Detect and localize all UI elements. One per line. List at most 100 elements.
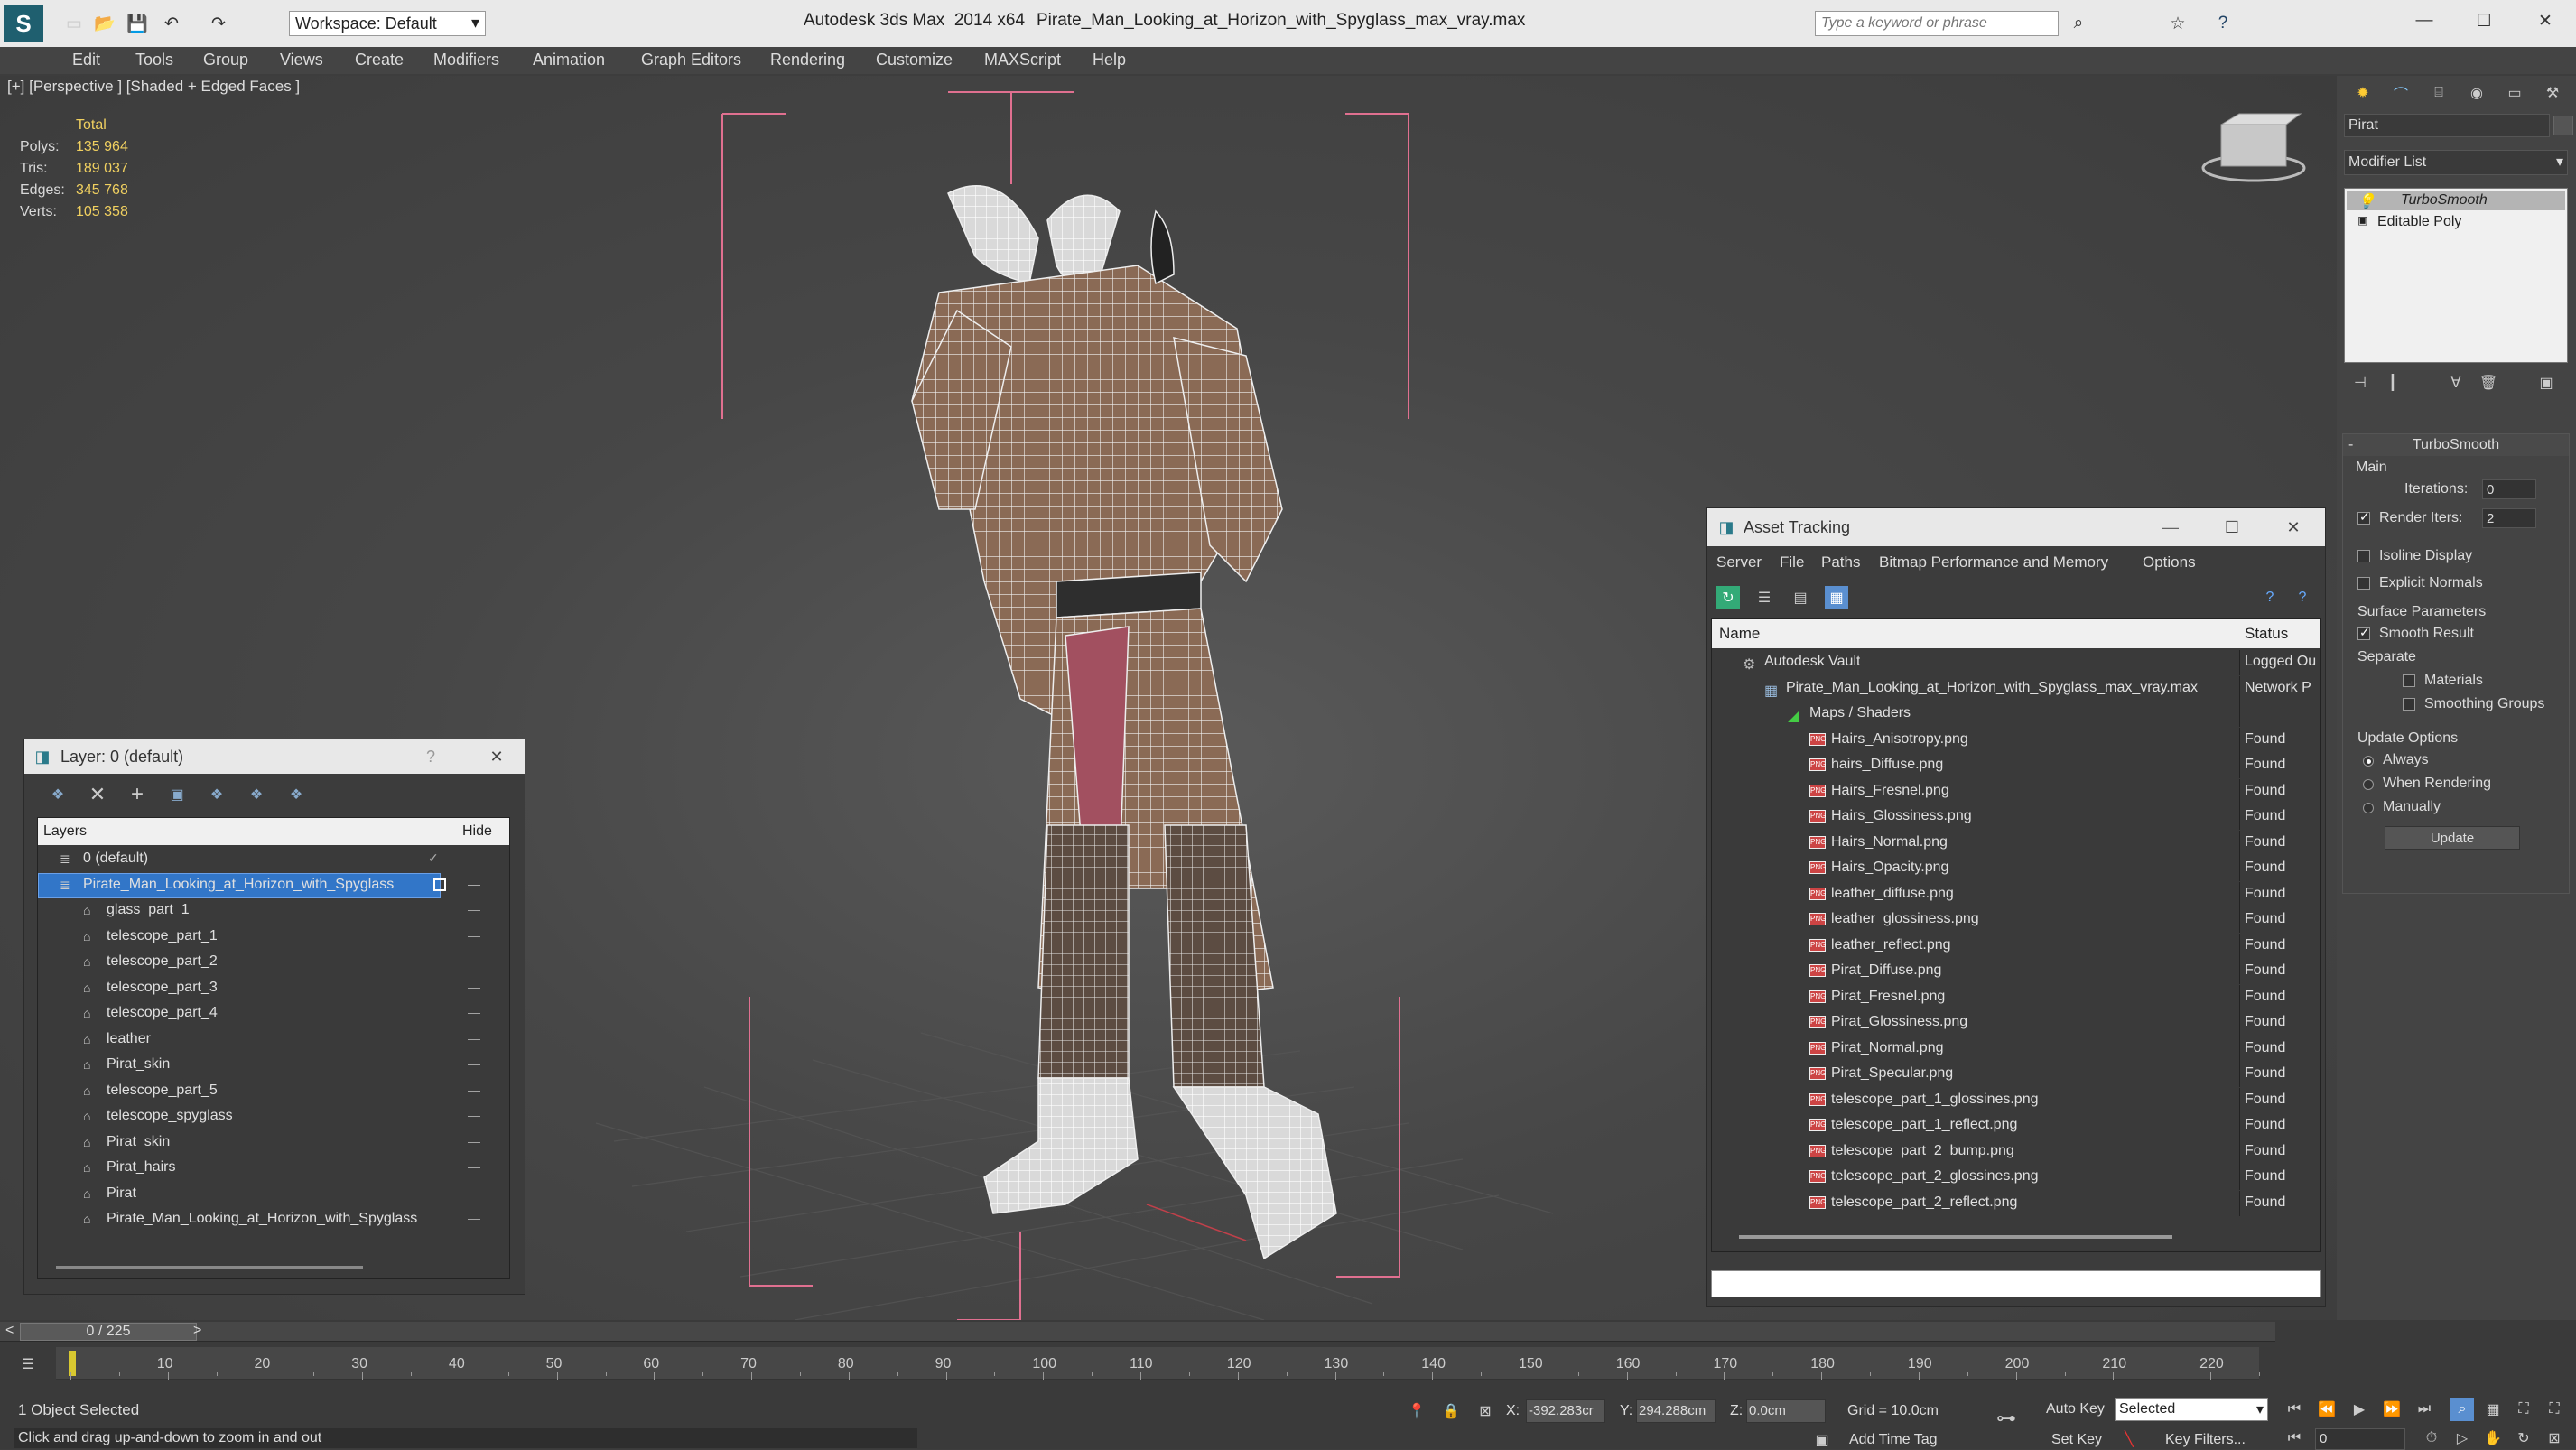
redo-icon[interactable]: ↷: [208, 13, 229, 34]
layer-row[interactable]: ⌂ telescope_part_1 —: [38, 925, 509, 950]
hide-toggle[interactable]: —: [468, 928, 480, 943]
asset-row[interactable]: PNG Hairs_Fresnel.png Found: [1712, 778, 2320, 804]
asset-row[interactable]: PNG Pirat_Diffuse.png Found: [1712, 959, 2320, 984]
asset-row[interactable]: PNG Pirat_Glossiness.png Found: [1712, 1010, 2320, 1036]
pan-view-icon[interactable]: ✋: [2481, 1427, 2505, 1450]
set-key-filter-icon[interactable]: ╲: [2118, 1428, 2140, 1450]
stack-expand-icon[interactable]: ▣: [2357, 214, 2367, 227]
menu-paths[interactable]: Paths: [1821, 553, 1860, 572]
hide-toggle[interactable]: —: [468, 877, 480, 891]
help-icon[interactable]: ?: [2258, 586, 2282, 609]
orbit-icon[interactable]: ↻: [2512, 1427, 2535, 1450]
menu-file[interactable]: File: [1780, 553, 1804, 572]
go-to-end-icon[interactable]: ⏭: [2413, 1398, 2436, 1421]
binoculars-icon[interactable]: ⌕: [2068, 13, 2089, 34]
delete-layer-icon[interactable]: ✕: [86, 783, 109, 806]
maximize-viewport-icon[interactable]: ⊠: [2543, 1427, 2566, 1450]
hide-toggle[interactable]: —: [468, 902, 480, 916]
hierarchy-tab-icon[interactable]: ⌸: [2425, 79, 2452, 107]
close-icon[interactable]: ✕: [485, 745, 508, 768]
add-selected-icon[interactable]: +: [126, 782, 149, 806]
layer-row[interactable]: ⌂ telescope_part_4 —: [38, 1001, 509, 1027]
search-input[interactable]: [1815, 11, 2059, 36]
menu-customize[interactable]: Customize: [876, 51, 953, 70]
create-layer-icon[interactable]: ❖: [46, 783, 70, 806]
col-status[interactable]: Status: [2245, 625, 2288, 643]
prev-key-icon[interactable]: ⏪: [2315, 1398, 2339, 1421]
menu-maxscript[interactable]: MAXScript: [984, 51, 1061, 70]
current-layer-check-icon[interactable]: ✓: [428, 850, 439, 866]
refresh-icon[interactable]: ↻: [1716, 586, 1740, 609]
y-coordinate[interactable]: 294.288cm: [1636, 1399, 1716, 1423]
menu-help[interactable]: Help: [1093, 51, 1126, 70]
col-layers[interactable]: Layers: [43, 823, 87, 840]
hide-toggle[interactable]: —: [468, 1211, 480, 1225]
time-config-icon[interactable]: ⏱: [2420, 1427, 2443, 1450]
asset-row[interactable]: PNG telescope_part_2_bump.png Found: [1712, 1139, 2320, 1165]
col-hide[interactable]: Hide: [462, 823, 492, 840]
bulb-icon[interactable]: 💡: [2357, 192, 2376, 210]
hide-toggle[interactable]: —: [468, 953, 480, 968]
hide-toggle[interactable]: —: [468, 980, 480, 994]
save-file-icon[interactable]: 💾: [126, 13, 148, 34]
layer-row[interactable]: ≣ Pirate_Man_Looking_at_Horizon_with_Spyg…: [38, 872, 509, 898]
asset-row[interactable]: PNG leather_reflect.png Found: [1712, 933, 2320, 959]
asset-row[interactable]: PNG Pirat_Normal.png Found: [1712, 1036, 2320, 1062]
hide-all-icon[interactable]: ❖: [245, 783, 268, 806]
menu-create[interactable]: Create: [355, 51, 404, 70]
field-of-view-icon[interactable]: ▷: [2450, 1427, 2474, 1450]
asset-row[interactable]: PNG telescope_part_2_glossines.png Found: [1712, 1165, 2320, 1190]
asset-row[interactable]: PNG telescope_part_1_glossines.png Found: [1712, 1087, 2320, 1113]
menu-group[interactable]: Group: [203, 51, 248, 70]
modifier-list-dropdown[interactable]: Modifier List ▾: [2344, 150, 2568, 175]
asset-row[interactable]: PNG leather_diffuse.png Found: [1712, 881, 2320, 907]
asset-row[interactable]: PNG telescope_part_2_reflect.png Found: [1712, 1190, 2320, 1216]
maximize-icon[interactable]: ☐: [2470, 7, 2497, 34]
key-mode-dropdown[interactable]: Selected ▾: [2115, 1398, 2268, 1421]
isoline-checkbox[interactable]: [2357, 550, 2370, 562]
asset-scrollbar[interactable]: [1739, 1235, 2172, 1239]
menu-bitmap-performance[interactable]: Bitmap Performance and Memory: [1879, 553, 2108, 572]
layer-row[interactable]: ≣ 0 (default) ✓: [38, 847, 509, 872]
undo-icon[interactable]: ↶: [161, 13, 182, 34]
file-row[interactable]: ▦ Pirate_Man_Looking_at_Horizon_with_Spyg…: [1712, 675, 2320, 702]
hide-toggle[interactable]: —: [468, 1056, 480, 1071]
menu-server[interactable]: Server: [1716, 553, 1762, 572]
layer-scrollbar[interactable]: [56, 1266, 363, 1269]
layer-row[interactable]: ⌂ Pirat_hairs —: [38, 1156, 509, 1181]
layer-row[interactable]: ⌂ Pirat_skin —: [38, 1130, 509, 1156]
hide-toggle[interactable]: —: [468, 1031, 480, 1046]
zoom-all-icon[interactable]: ▦: [2481, 1398, 2505, 1421]
asset-row[interactable]: PNG Pirat_Fresnel.png Found: [1712, 984, 2320, 1010]
key-icon[interactable]: ⊶: [1990, 1407, 2023, 1430]
render-iters-spinner[interactable]: [2482, 508, 2536, 528]
vault-row[interactable]: ⚙ Autodesk Vault Logged Ou: [1712, 650, 2320, 675]
prev-frame-icon[interactable]: <: [5, 1323, 14, 1339]
next-key-icon[interactable]: ⏩: [2380, 1398, 2404, 1421]
add-time-tag-icon[interactable]: ▣: [1811, 1430, 1833, 1450]
when-rendering-radio[interactable]: [2363, 779, 2374, 790]
remove-modifier-icon[interactable]: 🗑: [2478, 372, 2499, 394]
asset-row[interactable]: PNG Hairs_Glossiness.png Found: [1712, 804, 2320, 830]
key-mode-toggle-icon[interactable]: ⏮: [2283, 1427, 2306, 1450]
list-view-icon[interactable]: ☰: [1753, 586, 1776, 609]
set-key-button[interactable]: Set Key: [2051, 1432, 2102, 1448]
current-frame-field[interactable]: 0: [2315, 1428, 2405, 1450]
col-name[interactable]: Name: [1719, 625, 1760, 643]
key-filters-button[interactable]: Key Filters...: [2165, 1432, 2246, 1448]
hide-toggle[interactable]: —: [468, 1108, 480, 1122]
minimize-icon[interactable]: —: [2159, 516, 2182, 539]
highlight-layer-icon[interactable]: ❖: [205, 783, 228, 806]
rollout-header[interactable]: - TurboSmooth: [2343, 434, 2569, 456]
workspace-dropdown[interactable]: Workspace: Default ▾: [289, 11, 486, 36]
motion-tab-icon[interactable]: ◉: [2463, 79, 2490, 107]
menu-modifiers[interactable]: Modifiers: [433, 51, 499, 70]
menu-views[interactable]: Views: [280, 51, 323, 70]
zoom-extents-all-icon[interactable]: ⛶: [2543, 1398, 2566, 1421]
layer-row[interactable]: ⌂ Pirate_Man_Looking_at_Horizon_with_Spyg…: [38, 1207, 509, 1232]
layer-row[interactable]: ⌂ Pirat_skin —: [38, 1053, 509, 1078]
track-bar[interactable]: 10 20 30 40 50 60 70 80 90 100 110 120 130 140 150 160 1…: [56, 1347, 2260, 1380]
help-icon[interactable]: ?: [2212, 13, 2234, 34]
layer-help-button[interactable]: ?: [426, 748, 435, 767]
layer-panel-titlebar[interactable]: ◨ Layer: 0 (default) ? ✕: [24, 739, 525, 774]
